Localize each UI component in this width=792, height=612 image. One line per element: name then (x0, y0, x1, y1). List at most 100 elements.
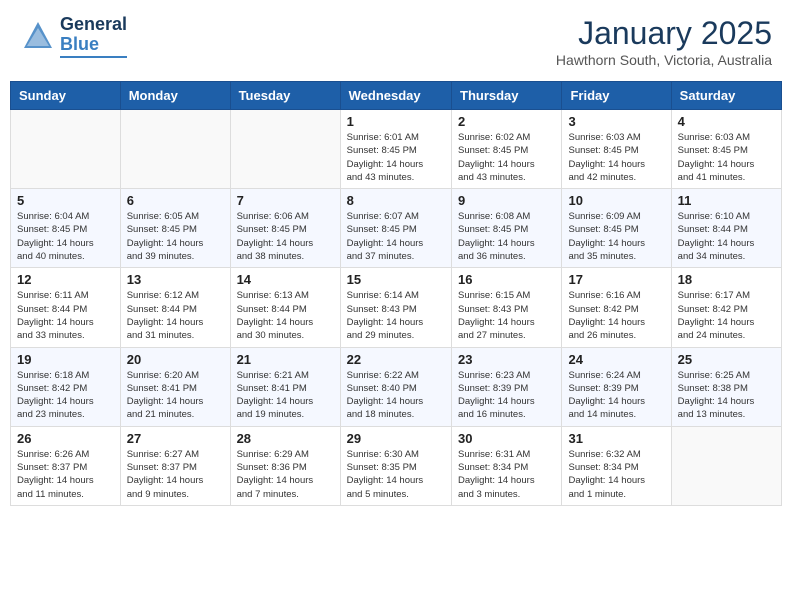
day-number: 13 (127, 272, 224, 287)
calendar-week-row: 5 Sunrise: 6:04 AM Sunset: 8:45 PM Daylig… (11, 189, 782, 268)
calendar-cell (671, 426, 781, 505)
title-section: January 2025 Hawthorn South, Victoria, A… (556, 15, 772, 68)
day-number: 9 (458, 193, 555, 208)
calendar-cell: 14 Sunrise: 6:13 AM Sunset: 8:44 PM Dayli… (230, 268, 340, 347)
calendar-cell: 10 Sunrise: 6:09 AM Sunset: 8:45 PM Dayli… (562, 189, 671, 268)
calendar-week-row: 12Sunrise: 6:11 AM Sunset: 8:44 PM Dayli… (11, 268, 782, 347)
calendar-day-header: Monday (120, 82, 230, 110)
logo-text: General Blue (60, 15, 127, 58)
day-number: 2 (458, 114, 555, 129)
calendar-day-header: Tuesday (230, 82, 340, 110)
calendar-cell: 12Sunrise: 6:11 AM Sunset: 8:44 PM Dayli… (11, 268, 121, 347)
day-info: Sunrise: 6:32 AM Sunset: 8:34 PM Dayligh… (568, 448, 664, 501)
calendar-header-row: SundayMondayTuesdayWednesdayThursdayFrid… (11, 82, 782, 110)
day-info: Sunrise: 6:24 AM Sunset: 8:39 PM Dayligh… (568, 369, 664, 422)
day-number: 14 (237, 272, 334, 287)
calendar-day-header: Thursday (452, 82, 562, 110)
calendar-cell: 26Sunrise: 6:26 AM Sunset: 8:37 PM Dayli… (11, 426, 121, 505)
day-info: Sunrise: 6:20 AM Sunset: 8:41 PM Dayligh… (127, 369, 224, 422)
day-info: Sunrise: 6:13 AM Sunset: 8:44 PM Dayligh… (237, 289, 334, 342)
day-info: Sunrise: 6:02 AM Sunset: 8:45 PM Dayligh… (458, 131, 555, 184)
calendar-week-row: 26Sunrise: 6:26 AM Sunset: 8:37 PM Dayli… (11, 426, 782, 505)
day-number: 29 (347, 431, 445, 446)
day-info: Sunrise: 6:10 AM Sunset: 8:44 PM Dayligh… (678, 210, 775, 263)
day-info: Sunrise: 6:31 AM Sunset: 8:34 PM Dayligh… (458, 448, 555, 501)
logo-general-text: General (60, 15, 127, 35)
calendar-cell: 1 Sunrise: 6:01 AM Sunset: 8:45 PM Daylig… (340, 110, 451, 189)
calendar-cell: 5 Sunrise: 6:04 AM Sunset: 8:45 PM Daylig… (11, 189, 121, 268)
day-number: 1 (347, 114, 445, 129)
calendar-cell: 22 Sunrise: 6:22 AM Sunset: 8:40 PM Dayli… (340, 347, 451, 426)
day-number: 17 (568, 272, 664, 287)
calendar-cell: 30Sunrise: 6:31 AM Sunset: 8:34 PM Dayli… (452, 426, 562, 505)
calendar-cell: 21 Sunrise: 6:21 AM Sunset: 8:41 PM Dayli… (230, 347, 340, 426)
day-number: 7 (237, 193, 334, 208)
logo-underline (60, 56, 127, 58)
day-info: Sunrise: 6:23 AM Sunset: 8:39 PM Dayligh… (458, 369, 555, 422)
day-info: Sunrise: 6:08 AM Sunset: 8:45 PM Dayligh… (458, 210, 555, 263)
calendar-cell (230, 110, 340, 189)
day-number: 15 (347, 272, 445, 287)
day-number: 10 (568, 193, 664, 208)
day-number: 16 (458, 272, 555, 287)
calendar-cell (11, 110, 121, 189)
calendar-week-row: 1 Sunrise: 6:01 AM Sunset: 8:45 PM Daylig… (11, 110, 782, 189)
calendar-cell: 25Sunrise: 6:25 AM Sunset: 8:38 PM Dayli… (671, 347, 781, 426)
month-title: January 2025 (556, 15, 772, 52)
day-info: Sunrise: 6:30 AM Sunset: 8:35 PM Dayligh… (347, 448, 445, 501)
day-info: Sunrise: 6:09 AM Sunset: 8:45 PM Dayligh… (568, 210, 664, 263)
day-info: Sunrise: 6:29 AM Sunset: 8:36 PM Dayligh… (237, 448, 334, 501)
calendar-cell: 3 Sunrise: 6:03 AM Sunset: 8:45 PM Daylig… (562, 110, 671, 189)
calendar-cell: 8 Sunrise: 6:07 AM Sunset: 8:45 PM Daylig… (340, 189, 451, 268)
day-info: Sunrise: 6:11 AM Sunset: 8:44 PM Dayligh… (17, 289, 114, 342)
day-number: 11 (678, 193, 775, 208)
calendar-cell: 31 Sunrise: 6:32 AM Sunset: 8:34 PM Dayli… (562, 426, 671, 505)
day-info: Sunrise: 6:04 AM Sunset: 8:45 PM Dayligh… (17, 210, 114, 263)
calendar-cell: 7 Sunrise: 6:06 AM Sunset: 8:45 PM Daylig… (230, 189, 340, 268)
day-info: Sunrise: 6:12 AM Sunset: 8:44 PM Dayligh… (127, 289, 224, 342)
day-info: Sunrise: 6:03 AM Sunset: 8:45 PM Dayligh… (678, 131, 775, 184)
calendar-cell: 27Sunrise: 6:27 AM Sunset: 8:37 PM Dayli… (120, 426, 230, 505)
logo-icon (20, 18, 56, 54)
day-number: 18 (678, 272, 775, 287)
day-info: Sunrise: 6:01 AM Sunset: 8:45 PM Dayligh… (347, 131, 445, 184)
day-number: 23 (458, 352, 555, 367)
day-info: Sunrise: 6:22 AM Sunset: 8:40 PM Dayligh… (347, 369, 445, 422)
day-number: 25 (678, 352, 775, 367)
calendar-cell: 29 Sunrise: 6:30 AM Sunset: 8:35 PM Dayli… (340, 426, 451, 505)
calendar-cell: 4Sunrise: 6:03 AM Sunset: 8:45 PM Daylig… (671, 110, 781, 189)
day-number: 5 (17, 193, 114, 208)
day-number: 28 (237, 431, 334, 446)
day-number: 22 (347, 352, 445, 367)
calendar-cell: 28 Sunrise: 6:29 AM Sunset: 8:36 PM Dayli… (230, 426, 340, 505)
day-number: 21 (237, 352, 334, 367)
day-info: Sunrise: 6:16 AM Sunset: 8:42 PM Dayligh… (568, 289, 664, 342)
logo-blue-text: Blue (60, 35, 127, 55)
calendar-cell: 18Sunrise: 6:17 AM Sunset: 8:42 PM Dayli… (671, 268, 781, 347)
calendar-cell: 6Sunrise: 6:05 AM Sunset: 8:45 PM Daylig… (120, 189, 230, 268)
day-number: 31 (568, 431, 664, 446)
day-number: 19 (17, 352, 114, 367)
calendar-cell: 19 Sunrise: 6:18 AM Sunset: 8:42 PM Dayli… (11, 347, 121, 426)
calendar-cell: 17 Sunrise: 6:16 AM Sunset: 8:42 PM Dayli… (562, 268, 671, 347)
day-info: Sunrise: 6:07 AM Sunset: 8:45 PM Dayligh… (347, 210, 445, 263)
calendar-cell: 16 Sunrise: 6:15 AM Sunset: 8:43 PM Dayli… (452, 268, 562, 347)
calendar-cell: 9 Sunrise: 6:08 AM Sunset: 8:45 PM Daylig… (452, 189, 562, 268)
day-info: Sunrise: 6:05 AM Sunset: 8:45 PM Dayligh… (127, 210, 224, 263)
calendar-cell: 23 Sunrise: 6:23 AM Sunset: 8:39 PM Dayli… (452, 347, 562, 426)
logo: General Blue (20, 15, 127, 58)
day-number: 8 (347, 193, 445, 208)
day-number: 27 (127, 431, 224, 446)
day-number: 20 (127, 352, 224, 367)
day-info: Sunrise: 6:06 AM Sunset: 8:45 PM Dayligh… (237, 210, 334, 263)
calendar-day-header: Wednesday (340, 82, 451, 110)
day-info: Sunrise: 6:21 AM Sunset: 8:41 PM Dayligh… (237, 369, 334, 422)
day-number: 26 (17, 431, 114, 446)
day-number: 3 (568, 114, 664, 129)
calendar-day-header: Saturday (671, 82, 781, 110)
calendar-day-header: Sunday (11, 82, 121, 110)
day-info: Sunrise: 6:03 AM Sunset: 8:45 PM Dayligh… (568, 131, 664, 184)
day-info: Sunrise: 6:15 AM Sunset: 8:43 PM Dayligh… (458, 289, 555, 342)
calendar-table: SundayMondayTuesdayWednesdayThursdayFrid… (10, 81, 782, 506)
day-info: Sunrise: 6:18 AM Sunset: 8:42 PM Dayligh… (17, 369, 114, 422)
